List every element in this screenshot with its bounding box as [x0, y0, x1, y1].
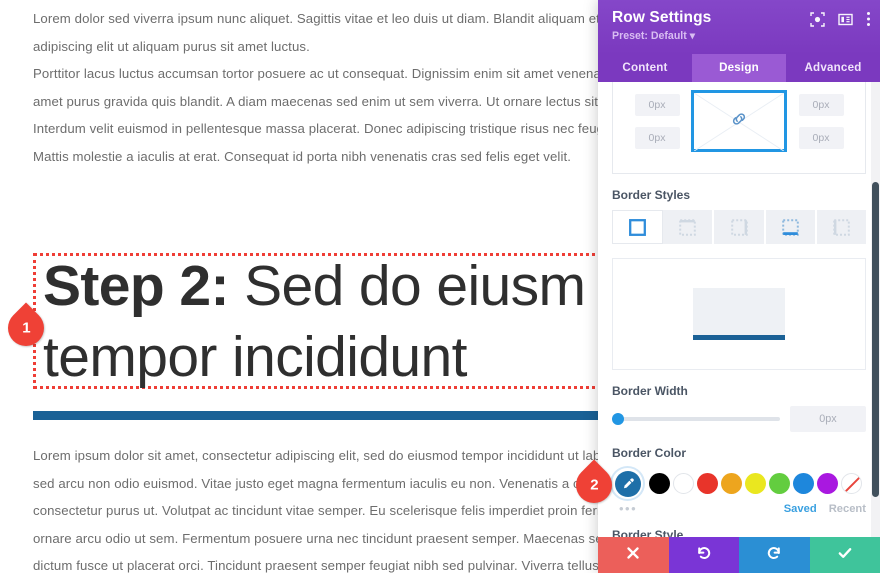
swatch-red[interactable]: [697, 473, 718, 494]
cancel-button[interactable]: [598, 537, 669, 573]
border-width-row: 0px: [612, 406, 866, 432]
focus-icon[interactable]: [810, 11, 825, 27]
border-left-button[interactable]: [816, 210, 867, 244]
swatch-purple[interactable]: [817, 473, 838, 494]
paragraph-line: Interdum velit euismod in pellentesque m…: [33, 121, 612, 136]
swatch-links: Saved Recent: [784, 503, 866, 515]
heading-rest-part: Sed do eiusm: [228, 254, 586, 318]
paragraph-line: Lorem dolor sed viverra ipsum nunc aliqu…: [33, 11, 612, 26]
link-icon: [730, 110, 748, 133]
selected-heading-module[interactable]: Step 2: Sed do eiusm tempor incididunt: [33, 253, 603, 389]
modal-header-icons: [810, 11, 871, 27]
modal-scrollbar-thumb[interactable]: [872, 182, 879, 497]
modal-header: Row Settings Preset: Default ▾: [598, 0, 880, 54]
badge-label: 2: [589, 476, 599, 494]
check-icon: [837, 545, 853, 566]
border-right-button[interactable]: [714, 210, 766, 244]
border-all-button[interactable]: [612, 210, 664, 244]
close-icon: [626, 546, 640, 565]
paragraph-2: Porttitor lacus luctus accumsan tortor p…: [33, 60, 612, 170]
slider-knob[interactable]: [612, 413, 624, 425]
swatch-green[interactable]: [769, 473, 790, 494]
more-colors-icon[interactable]: •••: [612, 501, 637, 516]
divider-bar: [33, 411, 603, 420]
swatch-white[interactable]: [673, 473, 694, 494]
border-preview-box: [693, 288, 785, 340]
redo-button[interactable]: [739, 537, 810, 573]
row-settings-modal: Row Settings Preset: Default ▾ Content D…: [598, 0, 880, 573]
spacing-link-box[interactable]: [691, 90, 787, 152]
swatch-black[interactable]: [649, 473, 670, 494]
border-top-button[interactable]: [663, 210, 715, 244]
badge-label: 1: [21, 319, 31, 337]
paragraph-line: Mattis molestie a iaculis at erat. Conse…: [33, 148, 572, 164]
border-styles-label: Border Styles: [612, 188, 691, 202]
redo-icon: [766, 545, 782, 566]
paragraph-line: amet purus gravida quis blandit. A diam …: [33, 93, 612, 109]
layout-icon[interactable]: [838, 12, 853, 27]
save-button[interactable]: [809, 537, 880, 573]
border-style-label: Border Style: [612, 528, 684, 537]
more-vertical-icon[interactable]: [866, 11, 871, 27]
paragraph-line: ornare arcu odio ut sem. Fermentum posue…: [33, 530, 612, 546]
tab-content[interactable]: Content: [598, 54, 692, 82]
paragraph-line: consectetur purus ut. Volutpat ac tincid…: [33, 503, 612, 518]
spacing-top-right-input[interactable]: 0px: [798, 93, 844, 116]
modal-body: 0px 0px 0px 0px Border Styles Border Wid…: [598, 82, 880, 537]
heading-line-2: tempor incididunt: [43, 325, 467, 389]
paragraph-line: Porttitor lacus luctus accumsan tortor p…: [33, 66, 612, 81]
border-width-input[interactable]: 0px: [790, 406, 866, 432]
swatch-yellow[interactable]: [745, 473, 766, 494]
border-color-swatches: [612, 468, 866, 499]
chevron-down-icon: ▾: [689, 30, 696, 42]
swatch-blue[interactable]: [793, 473, 814, 494]
border-styles-group: [612, 210, 867, 244]
spacing-bottom-left-input[interactable]: 0px: [634, 126, 680, 149]
border-width-label: Border Width: [612, 384, 688, 398]
tab-advanced[interactable]: Advanced: [786, 54, 880, 82]
spacing-control: 0px 0px 0px 0px: [612, 82, 866, 174]
recent-colors-link[interactable]: Recent: [829, 503, 866, 515]
modal-tabs: Content Design Advanced: [598, 54, 880, 82]
paragraph-line: sed arcu non odio euismod. Vitae justo e…: [33, 475, 612, 491]
paragraph-line: adipiscing elit ut aliquam purus sit ame…: [33, 38, 310, 54]
page-heading: Step 2: Sed do eiusm tempor incididunt: [43, 251, 586, 393]
screen: Lorem dolor sed viverra ipsum nunc aliqu…: [0, 0, 880, 573]
page-content-area: Lorem dolor sed viverra ipsum nunc aliqu…: [0, 0, 612, 573]
paragraph-1: Lorem dolor sed viverra ipsum nunc aliqu…: [33, 5, 612, 60]
undo-icon: [696, 545, 712, 566]
eyedropper-button[interactable]: [612, 468, 643, 499]
paragraph-line: Lorem ipsum dolor sit amet, consectetur …: [33, 448, 612, 463]
tab-design[interactable]: Design: [692, 54, 786, 82]
border-color-label: Border Color: [612, 446, 687, 460]
undo-button[interactable]: [668, 537, 739, 573]
swatch-none[interactable]: [841, 473, 862, 494]
border-preview: [612, 258, 866, 370]
preset-text: Preset: Default: [612, 30, 687, 42]
spacing-bottom-right-input[interactable]: 0px: [798, 126, 844, 149]
eyedropper-icon: [614, 470, 641, 497]
paragraph-line: dictum fusce ut placerat orci. Tincidunt…: [33, 558, 612, 573]
saved-colors-link[interactable]: Saved: [784, 503, 817, 515]
border-bottom-button[interactable]: [765, 210, 817, 244]
swatch-orange[interactable]: [721, 473, 742, 494]
modal-preset-label[interactable]: Preset: Default ▾: [612, 30, 866, 42]
modal-footer: [598, 537, 880, 573]
modal-scrollbar-track[interactable]: [871, 82, 880, 537]
heading-bold-part: Step 2:: [43, 254, 229, 318]
spacing-top-left-input[interactable]: 0px: [634, 93, 680, 116]
border-width-slider[interactable]: [612, 413, 780, 425]
paragraph-3: Lorem ipsum dolor sit amet, consectetur …: [33, 442, 612, 573]
swatch-footer-row: ••• Saved Recent: [612, 501, 866, 516]
